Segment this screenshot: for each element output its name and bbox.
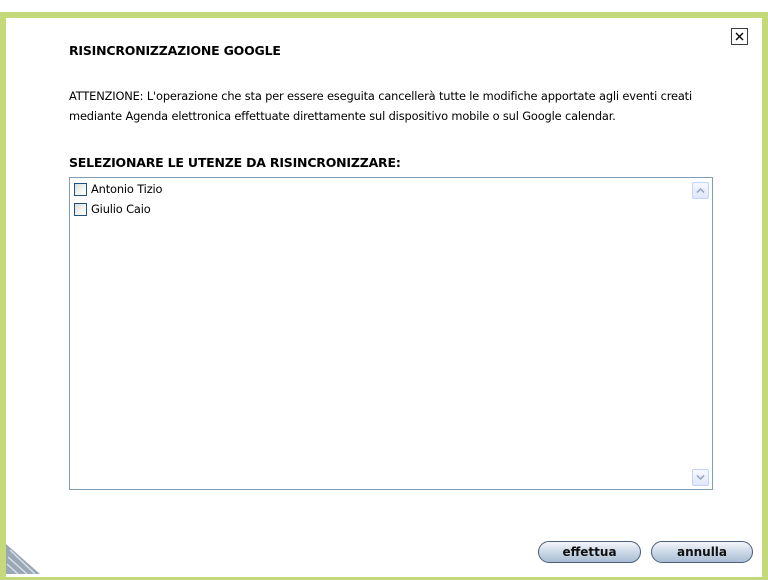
scroll-down-button[interactable] bbox=[692, 469, 709, 486]
users-listbox[interactable]: Antonio Tizio Giulio Caio bbox=[69, 177, 713, 490]
warning-text: ATTENZIONE: L'operazione che sta per ess… bbox=[69, 89, 693, 123]
close-icon bbox=[735, 32, 744, 41]
list-item-user[interactable]: Antonio Tizio bbox=[74, 181, 163, 197]
resize-grip-icon[interactable] bbox=[6, 544, 40, 574]
vertical-scrollbar[interactable] bbox=[689, 178, 712, 489]
user-checkbox[interactable] bbox=[74, 202, 87, 216]
scroll-up-button[interactable] bbox=[692, 182, 709, 199]
user-checkbox[interactable] bbox=[74, 182, 87, 196]
list-item-user[interactable]: Giulio Caio bbox=[74, 201, 151, 217]
chevron-up-icon bbox=[696, 187, 705, 194]
user-name: Antonio Tizio bbox=[91, 182, 163, 196]
user-name: Giulio Caio bbox=[91, 202, 151, 216]
window-top-strip bbox=[0, 0, 768, 12]
effettua-button[interactable]: effettua bbox=[538, 541, 641, 563]
dialog-title: RISINCRONIZZAZIONE GOOGLE bbox=[69, 43, 281, 58]
close-button[interactable] bbox=[731, 28, 748, 45]
annulla-button[interactable]: annulla bbox=[651, 541, 753, 563]
users-list-heading: SELEZIONARE LE UTENZE DA RISINCRONIZZARE… bbox=[69, 155, 401, 170]
chevron-down-icon bbox=[696, 474, 705, 481]
